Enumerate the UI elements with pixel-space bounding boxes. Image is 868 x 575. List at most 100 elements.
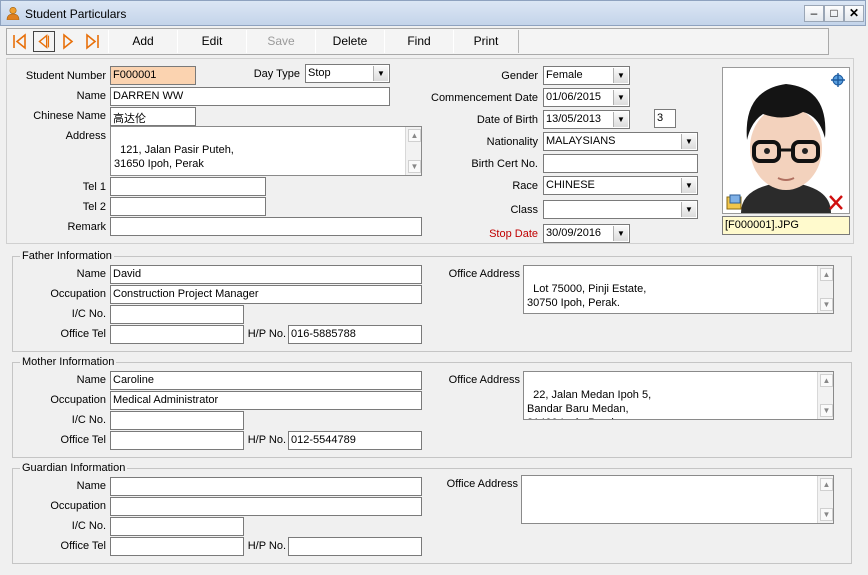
mother-occupation-field[interactable]: Medical Administrator [110,391,422,410]
father-office-address-textarea[interactable]: Lot 75000, Pinji Estate, 30750 Ipoh, Per… [523,265,834,314]
father-name-field[interactable]: David [110,265,422,284]
dob-picker[interactable]: 13/05/2013 ▼ [543,110,630,129]
edit-button[interactable]: Edit [177,30,247,53]
race-select[interactable]: CHINESE ▼ [543,176,698,195]
window-title: Student Particulars [25,7,127,21]
address-textarea[interactable]: 121, Jalan Pasir Puteh, 31650 Ipoh, Pera… [110,126,422,176]
guardian-ic-field[interactable] [110,517,244,536]
tel1-label: Tel 1 [82,181,106,193]
address-scrollbar[interactable]: ▲ ▼ [405,127,421,175]
dob-label: Date of Birth [476,114,538,126]
birth-cert-label: Birth Cert No. [471,158,538,170]
gender-value: Female [546,69,583,81]
tel2-field[interactable] [110,197,266,216]
mother-ic-label: I/C No. [71,414,106,426]
father-occupation-field[interactable]: Construction Project Manager [110,285,422,304]
photo-filename: [F000001].JPG [722,216,850,235]
nationality-value: MALAYSIANS [546,135,616,147]
father-office-tel-field[interactable] [110,325,244,344]
guardian-hp-label: H/P No. [247,540,286,552]
guardian-office-tel-field[interactable] [110,537,244,556]
commencement-date-picker[interactable]: 01/06/2015 ▼ [543,88,630,107]
mother-hp-label: H/P No. [247,434,286,446]
close-button[interactable]: ✕ [844,5,864,22]
guardian-name-field[interactable] [110,477,422,496]
commencement-date-label: Commencement Date [431,92,538,104]
save-button[interactable]: Save [246,30,316,53]
name-field[interactable]: DARREN WW [110,87,390,106]
mother-group-title: Mother Information [20,356,117,368]
class-label: Class [510,204,538,216]
father-hp-field[interactable]: 016-5885788 [288,325,422,344]
guardian-office-address-textarea[interactable]: ▲ ▼ [521,475,834,524]
chevron-down-icon[interactable]: ▼ [613,112,628,127]
add-button[interactable]: Add [108,30,178,53]
mother-office-address-text: 22, Jalan Medan Ipoh 5, Bandar Baru Meda… [527,389,652,419]
student-photo [722,67,850,214]
mother-name-label: Name [76,374,106,386]
title-bar: Student Particulars – □ ✕ [0,0,866,26]
chevron-down-icon[interactable]: ▼ [373,66,388,81]
remark-field[interactable] [110,217,422,236]
chevron-down-icon[interactable]: ▼ [613,226,628,241]
gender-label: Gender [501,70,538,82]
guardian-occupation-field[interactable] [110,497,422,516]
chinese-name-label: Chinese Name [33,110,106,122]
mother-office-tel-field[interactable] [110,431,244,450]
delete-photo-icon[interactable] [827,194,845,211]
age-field: 3 [654,109,676,128]
mother-address-scrollbar[interactable]: ▲ ▼ [817,372,833,419]
chevron-down-icon[interactable]: ▼ [681,134,696,149]
next-record-icon[interactable] [57,31,79,52]
load-photo-icon[interactable] [726,194,744,211]
chinese-name-field[interactable]: 高达伦 [110,107,196,126]
first-record-icon[interactable] [9,31,31,52]
tel1-field[interactable] [110,177,266,196]
dob-value: 13/05/2013 [546,113,602,125]
day-type-value: Stop [308,67,331,79]
chevron-down-icon[interactable]: ▼ [613,90,628,105]
father-hp-label: H/P No. [247,328,286,340]
guardian-occupation-label: Occupation [50,500,106,512]
birth-cert-field[interactable] [543,154,698,173]
nationality-label: Nationality [486,136,538,148]
maximize-button[interactable]: □ [824,5,844,22]
chevron-down-icon[interactable]: ▼ [681,202,696,217]
mother-ic-field[interactable] [110,411,244,430]
father-address-scrollbar[interactable]: ▲ ▼ [817,266,833,313]
race-label: Race [512,180,538,192]
minimize-button[interactable]: – [804,5,824,22]
stop-date-label: Stop Date [489,228,538,240]
nationality-select[interactable]: MALAYSIANS ▼ [543,132,698,151]
commencement-date-value: 01/06/2015 [546,91,602,103]
guardian-office-address-label: Office Address [446,478,518,490]
stop-date-picker[interactable]: 30/09/2016 ▼ [543,224,630,243]
father-office-tel-label: Office Tel [60,328,106,340]
day-type-select[interactable]: Stop ▼ [305,64,390,83]
zoom-icon[interactable] [830,72,846,88]
mother-office-address-textarea[interactable]: 22, Jalan Medan Ipoh 5, Bandar Baru Meda… [523,371,834,420]
mother-name-field[interactable]: Caroline [110,371,422,390]
father-name-label: Name [76,268,106,280]
gender-select[interactable]: Female ▼ [543,66,630,85]
father-ic-field[interactable] [110,305,244,324]
delete-button[interactable]: Delete [315,30,385,53]
find-button[interactable]: Find [384,30,454,53]
class-select[interactable]: ▼ [543,200,698,219]
student-number-field[interactable]: F000001 [110,66,196,85]
guardian-address-scrollbar[interactable]: ▲ ▼ [817,476,833,523]
mother-hp-field[interactable]: 012-5544789 [288,431,422,450]
guardian-ic-label: I/C No. [71,520,106,532]
chevron-down-icon[interactable]: ▼ [681,178,696,193]
last-record-icon[interactable] [81,31,103,52]
tel2-label: Tel 2 [82,201,106,213]
guardian-hp-field[interactable] [288,537,422,556]
child-portrait-image [723,68,849,213]
guardian-office-tel-label: Office Tel [60,540,106,552]
print-button[interactable]: Print [453,30,519,53]
prev-record-icon[interactable] [33,31,55,52]
day-type-label: Day Type [253,68,300,80]
father-office-address-text: Lot 75000, Pinji Estate, 30750 Ipoh, Per… [527,283,647,309]
chevron-down-icon[interactable]: ▼ [613,68,628,83]
father-occupation-label: Occupation [50,288,106,300]
